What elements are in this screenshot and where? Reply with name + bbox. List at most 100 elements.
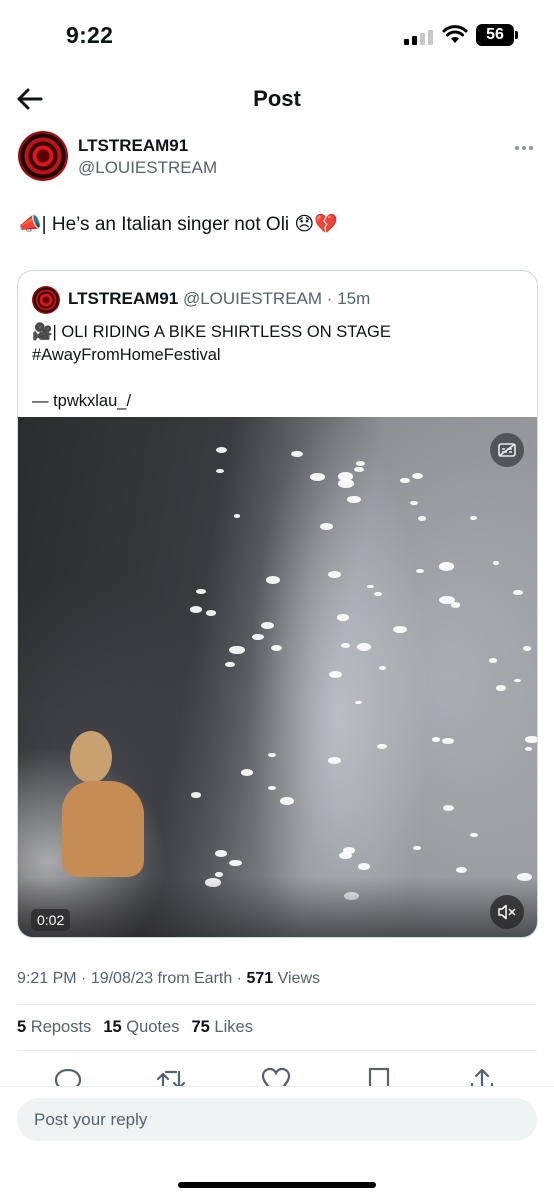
confetti-speck: [205, 610, 217, 617]
confetti-speck: [442, 737, 454, 745]
confetti-speck: [266, 576, 281, 584]
post-stats: 5 Reposts 15 Quotes 75 Likes: [17, 1018, 253, 1037]
confetti-speck: [412, 845, 421, 851]
confetti-speck: [409, 500, 419, 506]
confetti-speck: [524, 746, 533, 751]
confetti-speck: [357, 863, 371, 871]
avatar[interactable]: [18, 131, 68, 181]
author-handle[interactable]: @LOUIESTREAM: [78, 158, 217, 178]
action-bar: [0, 1064, 554, 1086]
confetti-speck: [523, 646, 532, 652]
confetti-speck: [320, 523, 333, 531]
confetti-speck: [279, 797, 295, 806]
volume-muted-icon[interactable]: [490, 895, 524, 929]
confetti-speck: [355, 461, 365, 467]
confetti-speck: [367, 584, 374, 589]
confetti-speck: [347, 495, 362, 504]
confetti-speck: [267, 752, 276, 757]
confetti-speck: [376, 743, 387, 750]
quoted-hashtag[interactable]: #AwayFromHomeFestival: [32, 344, 522, 367]
performer: [62, 781, 144, 877]
confetti-speck: [439, 595, 455, 605]
confetti-speck: [341, 643, 350, 649]
likes-stat[interactable]: 75 Likes: [191, 1018, 252, 1037]
quotes-label: Quotes: [126, 1018, 180, 1036]
wifi-icon: [442, 25, 468, 43]
confetti-speck: [329, 670, 343, 679]
confetti-speck: [373, 592, 382, 597]
confetti-speck: [328, 757, 341, 764]
battery-level: 56: [486, 26, 504, 43]
confetti-speck: [393, 625, 407, 634]
repost-icon[interactable]: [156, 1066, 186, 1086]
confetti-speck: [337, 614, 349, 621]
post-text: 📣| He’s an Italian singer not Oli 😞💔: [18, 214, 338, 235]
reply-bar: [0, 1086, 554, 1200]
quoted-author-handle: @LOUIESTREAM: [182, 289, 323, 308]
confetti-speck: [411, 472, 423, 480]
quoted-time: 15m: [337, 289, 371, 308]
divider: [17, 1004, 537, 1005]
confetti-speck: [356, 643, 371, 652]
confetti-speck: [234, 514, 241, 518]
confetti-speck: [196, 589, 206, 595]
cellular-signal-icon: [404, 29, 433, 45]
page-title: Post: [253, 86, 301, 111]
confetti-speck: [270, 645, 282, 652]
battery-icon: 56: [476, 24, 514, 46]
quoted-credit: — tpwkxlau_/: [32, 392, 132, 410]
likes-count: 75: [191, 1018, 210, 1036]
confetti-speck: [310, 473, 325, 482]
reply-input[interactable]: [17, 1098, 537, 1141]
confetti-speck: [496, 685, 507, 691]
confetti-speck: [514, 678, 521, 683]
home-indicator[interactable]: [178, 1182, 376, 1188]
confetti-speck: [225, 661, 236, 668]
captions-icon[interactable]: [490, 433, 524, 467]
quotes-count: 15: [103, 1018, 122, 1036]
reposts-stat[interactable]: 5 Reposts: [17, 1018, 91, 1037]
confetti-speck: [216, 469, 225, 474]
reposts-label: Reposts: [30, 1018, 92, 1036]
views-label: Views: [277, 970, 320, 987]
bookmark-icon[interactable]: [364, 1066, 394, 1086]
divider: [17, 1050, 537, 1051]
confetti-speck: [455, 866, 468, 874]
confetti-speck: [229, 645, 245, 655]
views-count: 571: [246, 970, 274, 987]
share-icon[interactable]: [467, 1066, 497, 1086]
post-time: 9:21 PM: [17, 970, 77, 987]
like-icon[interactable]: [261, 1066, 291, 1086]
confetti-speck: [418, 516, 427, 521]
more-horizontal-icon[interactable]: [512, 138, 536, 158]
confetti-speck: [214, 850, 227, 857]
confetti-speck: [268, 786, 276, 791]
confetti-speck: [488, 658, 497, 663]
performer-head: [70, 731, 112, 783]
confetti-speck: [228, 859, 242, 867]
status-time: 9:22: [66, 22, 114, 48]
quoted-header: LTSTREAM91 @LOUIESTREAM · 15m: [68, 289, 370, 309]
post-author: LTSTREAM91 @LOUIESTREAM: [18, 130, 538, 184]
confetti-speck: [438, 562, 455, 571]
confetti-speck: [512, 589, 524, 596]
confetti-speck: [240, 769, 254, 777]
top-nav: Post: [0, 74, 554, 124]
quoted-text: 🎥| OLI RIDING A BIKE SHIRTLESS ON STAGE …: [32, 321, 522, 413]
confetti-speck: [416, 568, 425, 574]
likes-label: Likes: [214, 1018, 253, 1036]
confetti-speck: [492, 561, 499, 565]
author-name[interactable]: LTSTREAM91: [78, 136, 188, 156]
quotes-stat[interactable]: 15 Quotes: [103, 1018, 179, 1037]
confetti-speck: [431, 737, 441, 743]
quoted-author-name: LTSTREAM91: [68, 289, 179, 308]
confetti-speck: [252, 634, 264, 641]
video-timer: 0:02: [31, 909, 71, 931]
quoted-post[interactable]: LTSTREAM91 @LOUIESTREAM · 15m 🎥| OLI RID…: [17, 270, 538, 938]
confetti-speck: [190, 606, 203, 613]
confetti-speck: [291, 450, 304, 458]
confetti-speck: [354, 467, 364, 473]
confetti-speck: [354, 700, 362, 705]
reply-icon[interactable]: [53, 1066, 83, 1086]
video-player[interactable]: 0:02: [18, 417, 537, 937]
